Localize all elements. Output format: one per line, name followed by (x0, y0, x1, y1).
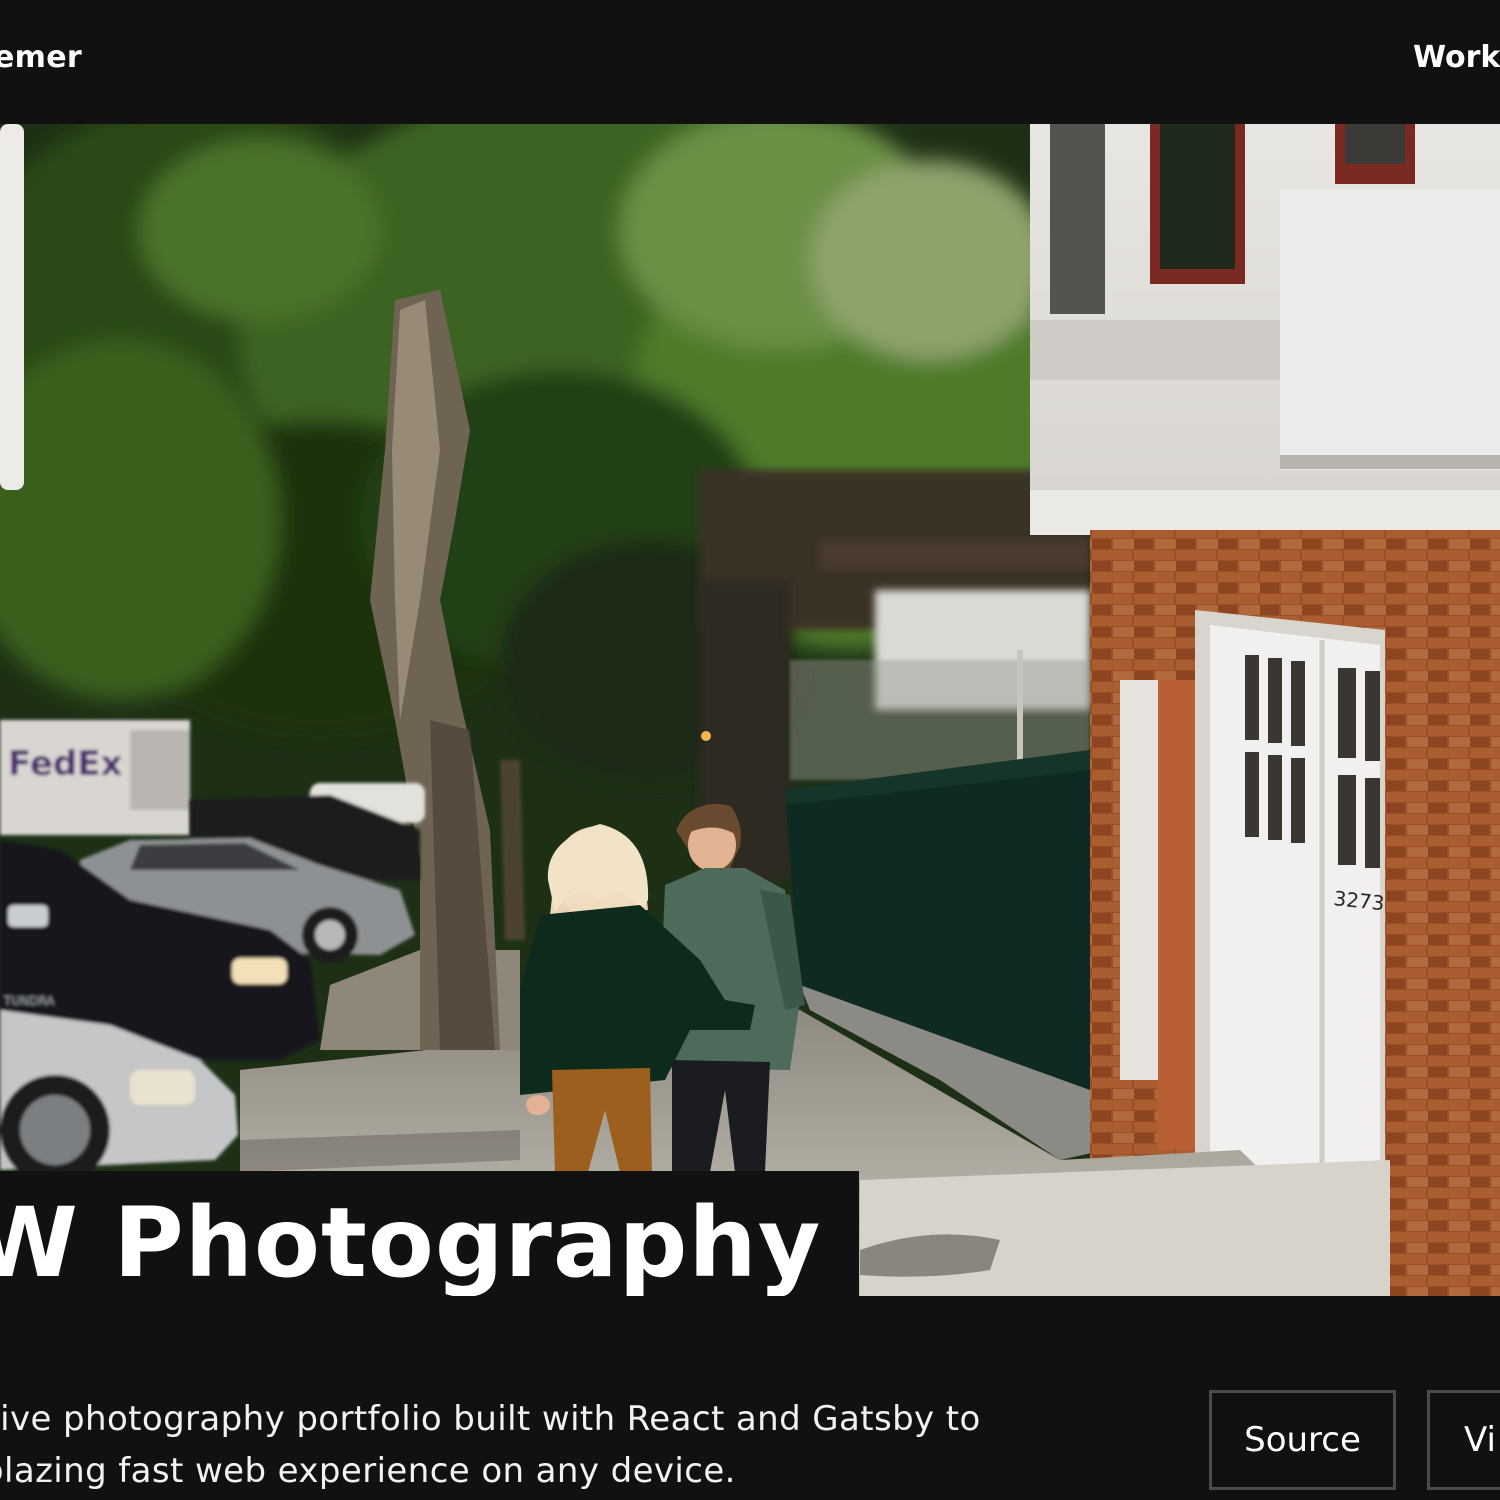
project-description-line-2: blazing fast web experience on any devic… (0, 1451, 736, 1491)
truck-sign: FedEx (8, 744, 122, 784)
project-description-line-1: sive photography portfolio built with Re… (0, 1399, 981, 1439)
truck-badge: TUNDRA (3, 994, 55, 1008)
hero-photo: 3273 FedEx TUNDRA (0, 124, 1500, 1296)
page: emer Work 3273 FedEx TUNDRA W Photograph… (0, 0, 1500, 1500)
hero-image: 3273 FedEx TUNDRA (0, 124, 1500, 1296)
project-title: W Photography (0, 1187, 822, 1296)
nav-link-work[interactable]: Work (1413, 40, 1500, 75)
brand-logo-link[interactable]: emer (0, 40, 82, 75)
project-description: sive photography portfolio built with Re… (0, 1393, 1002, 1497)
project-title-block: W Photography (0, 1171, 859, 1296)
site-header: emer Work (0, 0, 1500, 124)
source-button[interactable]: Source (1209, 1390, 1396, 1490)
view-button[interactable]: Vi (1427, 1390, 1500, 1490)
